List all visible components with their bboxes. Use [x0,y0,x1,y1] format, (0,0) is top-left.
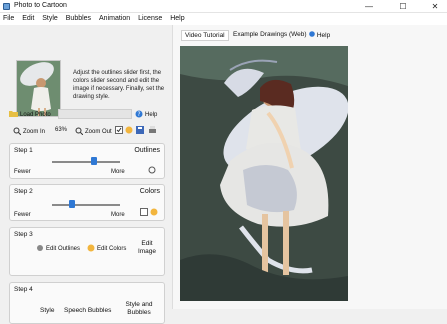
menu-help[interactable]: Help [167,13,187,22]
zoom-in-label: Zoom In [23,129,46,135]
print-icon[interactable] [148,126,157,136]
svg-text:?: ? [137,111,140,118]
menu-edit[interactable]: Edit [19,13,37,22]
cartoon-image [180,46,348,301]
edit-colors-button[interactable]: Edit Colors [87,244,126,254]
style-and-bubbles-button[interactable]: Style and Bubbles [122,301,156,317]
help-label: Help [145,112,158,118]
step1-label: Step 1 [14,147,33,154]
tab-help-label: Help [316,32,331,39]
edit-colors-label: Edit Colors [97,246,127,252]
photo-thumbnail [16,60,61,117]
edit-outlines-label: Edit Outlines [46,246,81,252]
maximize-button[interactable]: ☐ [391,0,415,13]
colors-slider-track[interactable] [52,204,120,206]
help-icon: ? [135,110,143,120]
menu-bar: File Edit Style Bubbles Animation Licens… [0,13,447,25]
zoom-in-button[interactable]: Zoom In [13,127,45,137]
menu-style[interactable]: Style [39,13,61,22]
checkbox-icon[interactable] [115,126,123,136]
step1-panel: Step 1 Outlines Fewer More [9,143,165,179]
app-icon [3,3,10,10]
instructions-text: Adjust the outlines slider first, the co… [73,70,165,100]
load-photo-label: Load Photo [20,111,51,118]
cartoon-preview[interactable] [180,46,348,301]
minimize-button[interactable]: — [357,0,381,13]
menu-license[interactable]: License [135,13,165,22]
zoom-out-button[interactable]: Zoom Out [75,127,112,137]
colors-slider-thumb[interactable] [68,200,75,208]
colors-fewer-label: Fewer [14,212,31,218]
right-panel: Video Tutorial Example Drawings (Web) He… [172,25,447,309]
menu-bubbles[interactable]: Bubbles [63,13,94,22]
menu-animation[interactable]: Animation [96,13,133,22]
thumbnail-image [17,61,60,116]
help-button[interactable]: ? Help [135,110,157,120]
outlines-slider-thumb[interactable] [91,157,98,165]
save-icon[interactable] [136,126,144,136]
outlines-fewer-label: Fewer [14,169,31,175]
zoom-value: 63% [55,127,68,133]
outlines-label: Outlines [134,147,160,154]
palette-icon[interactable] [125,126,133,136]
title-bar: Photo to Cartoon — ☐ ✕ [0,0,447,13]
load-photo-button[interactable]: Load Photo [9,110,51,119]
outlines-more-label: More [111,169,125,175]
step4-label: Step 4 [14,286,33,293]
step3-panel: Step 3 Edit Outlines Edit Colors Edit Im… [9,227,165,276]
edit-outlines-button[interactable]: Edit Outlines [36,244,80,254]
tab-help[interactable]: Help [306,30,333,40]
tab-video-tutorial[interactable]: Video Tutorial [181,30,229,41]
edit-image-button[interactable]: Edit Image [136,240,158,256]
step4-panel: Step 4 Style Speech Bubbles Style and Bu… [9,282,165,324]
reset-icon[interactable] [148,166,156,176]
zoom-out-icon [75,127,84,137]
step3-label: Step 3 [14,231,33,238]
palette-icon [87,244,95,254]
color-checkbox-icon[interactable] [140,208,148,218]
folder-icon [9,110,18,119]
palette-icon[interactable] [150,208,158,218]
zoom-out-label: Zoom Out [85,129,112,135]
step2-label: Step 2 [14,188,33,195]
window-title: Photo to Cartoon [14,2,67,9]
menu-file[interactable]: File [0,13,17,22]
tab-example-drawings[interactable]: Example Drawings (Web) [230,30,310,39]
step2-panel: Step 2 Colors Fewer More [9,184,165,221]
help-icon [309,31,315,39]
close-button[interactable]: ✕ [423,0,447,13]
photo-path-field[interactable] [58,109,132,119]
colors-more-label: More [111,212,125,218]
outlines-slider-track[interactable] [52,161,120,163]
pencil-icon [36,244,44,254]
colors-label: Colors [139,188,160,195]
speech-bubbles-button[interactable]: Speech Bubbles [64,307,111,314]
zoom-in-icon [13,127,22,137]
left-panel: Adjust the outlines slider first, the co… [0,25,172,324]
style-button[interactable]: Style [40,307,54,314]
